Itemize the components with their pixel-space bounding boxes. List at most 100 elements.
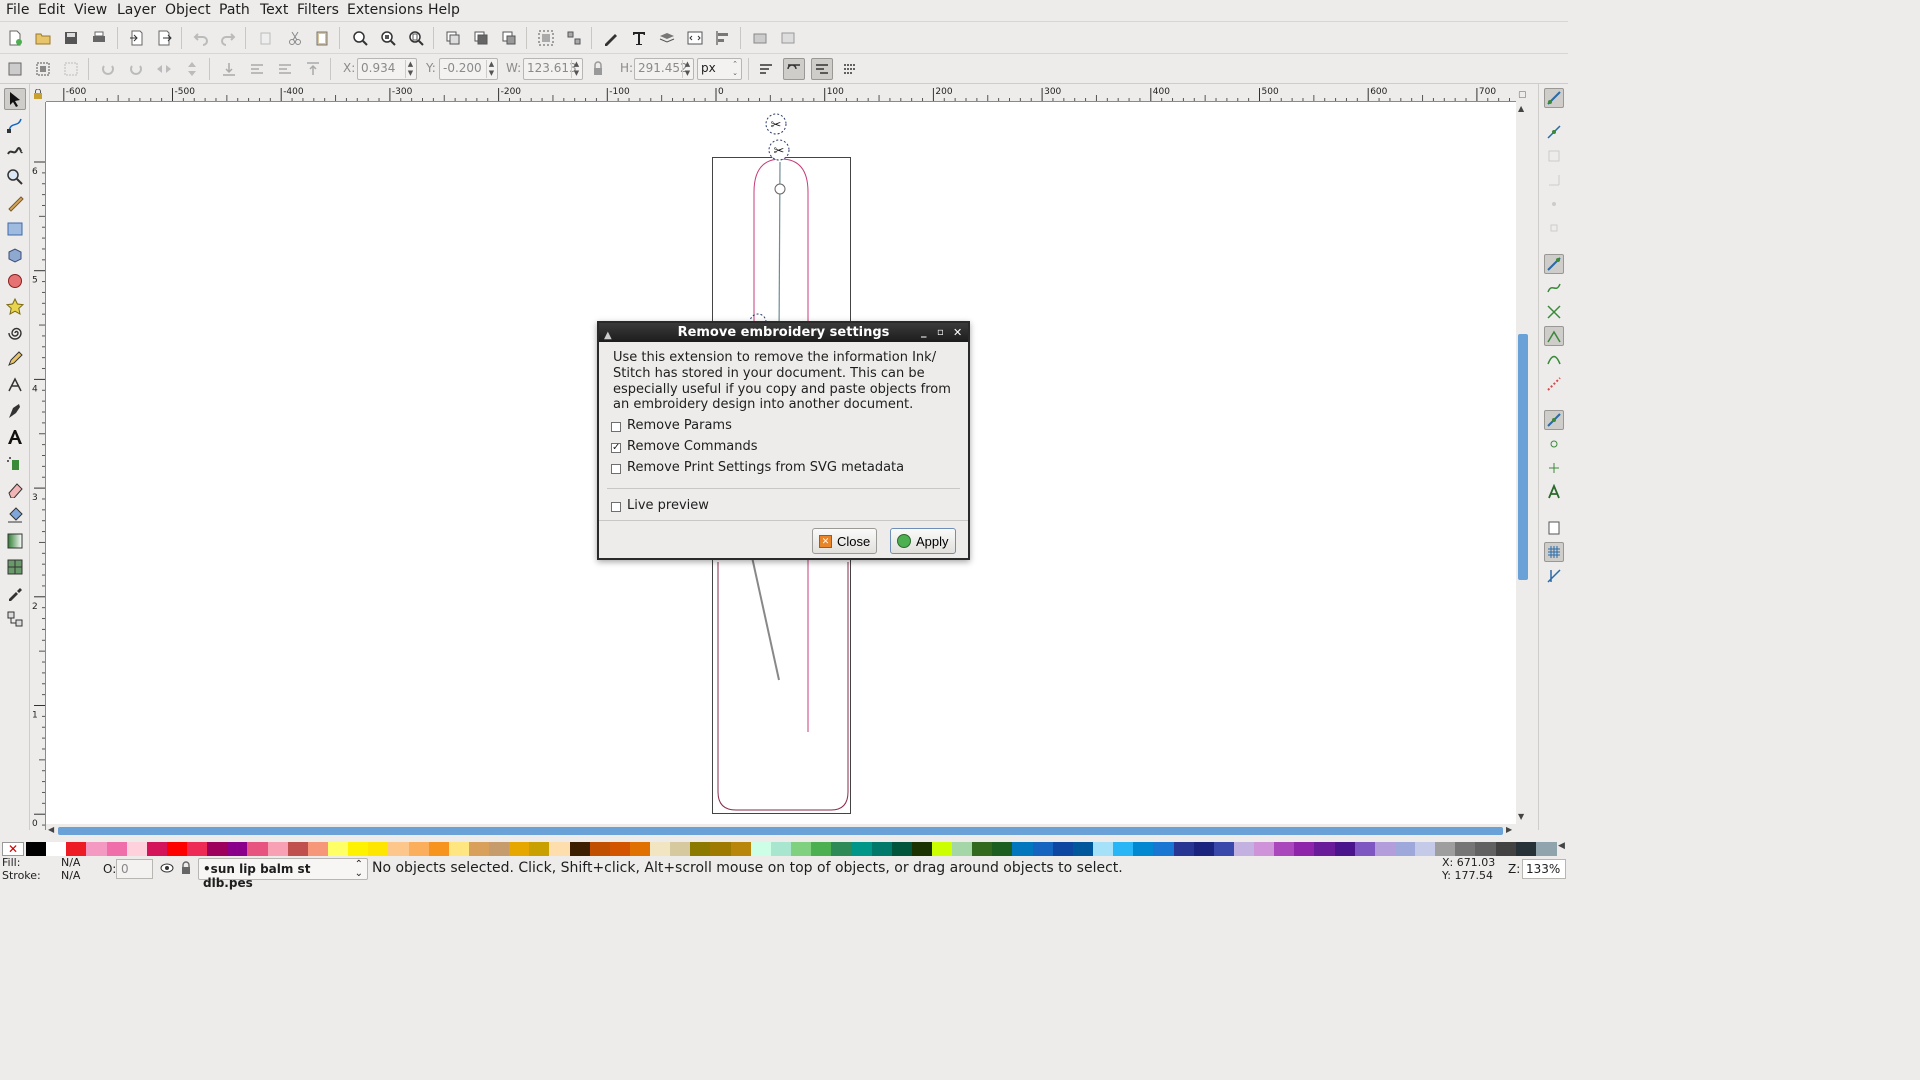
zoom-selection-icon[interactable] [349,27,371,49]
color-swatch[interactable] [86,842,108,856]
snap-bbox-edge-icon[interactable] [1544,146,1564,166]
live-preview-checkbox[interactable] [611,502,621,512]
lower-icon[interactable] [246,58,268,80]
color-swatch[interactable] [549,842,571,856]
transform-gradients-icon[interactable] [811,58,833,80]
snap-others-icon[interactable] [1544,410,1564,430]
calligraphy-tool-icon[interactable] [4,400,26,422]
color-swatch[interactable] [1052,842,1074,856]
layer-lock-icon[interactable] [180,861,192,875]
width-input[interactable]: 123.613 ▲ ▼ [523,58,583,80]
y-input[interactable]: -0.200 ▲ ▼ [439,58,498,80]
color-swatch[interactable] [1092,842,1114,856]
color-swatch[interactable] [1354,842,1376,856]
window-menu-icon[interactable]: ▲ [604,326,612,345]
select-all-layers-icon[interactable] [32,58,54,80]
color-swatch[interactable] [166,842,188,856]
color-swatch[interactable] [851,842,873,856]
menu-view[interactable]: View [74,2,107,18]
color-swatch[interactable] [1334,842,1356,856]
snap-grids-icon[interactable] [1544,542,1564,562]
opacity-input[interactable]: 0 [116,859,153,879]
menu-file[interactable]: File [6,2,29,18]
new-document-icon[interactable] [4,27,26,49]
color-swatch[interactable] [670,842,692,856]
preferences-icon[interactable] [749,27,771,49]
unit-select[interactable]: px ⌃ ⌄ [697,58,742,80]
snap-bbox-icon[interactable] [1544,122,1564,142]
snap-rotation-center-icon[interactable] [1544,458,1564,478]
color-swatch[interactable] [770,842,792,856]
color-swatch[interactable] [1274,842,1296,856]
remove-params-checkbox[interactable] [611,422,621,432]
document-properties-icon[interactable] [777,27,799,49]
snap-bbox-midpoint-icon[interactable] [1544,194,1564,214]
color-swatch[interactable] [1133,842,1155,856]
color-swatch[interactable] [26,842,47,856]
color-swatch[interactable] [1435,842,1457,856]
dialog-titlebar[interactable]: ▲ Remove embroidery settings _ ▫ ✕ [599,323,968,342]
ungroup-icon[interactable] [563,27,585,49]
color-swatch[interactable] [1113,842,1135,856]
ellipse-tool-icon[interactable] [4,270,26,292]
snap-nodes-icon[interactable] [1544,254,1564,274]
layer-visibility-icon[interactable] [160,861,174,875]
node-tool-icon[interactable] [4,114,26,136]
close-button[interactable]: ✕ Close [812,528,878,554]
color-swatch[interactable] [106,842,128,856]
color-swatch[interactable] [529,842,551,856]
rotate-cw-icon[interactable] [125,58,147,80]
color-swatch[interactable] [972,842,994,856]
snap-text-baseline-icon[interactable] [1544,482,1564,502]
color-swatch[interactable] [46,842,68,856]
snap-page-border-icon[interactable] [1544,518,1564,538]
snap-guides-icon[interactable] [1544,566,1564,586]
color-swatch[interactable] [650,842,672,856]
snap-cusp-nodes-icon[interactable] [1544,326,1564,346]
color-swatch[interactable] [368,842,390,856]
color-swatch[interactable] [1294,842,1316,856]
color-swatch[interactable] [348,842,370,856]
remove-print-settings-checkbox[interactable] [611,464,621,474]
flip-vertical-icon[interactable] [181,58,203,80]
maximize-icon[interactable]: ▫ [937,323,944,342]
color-swatch[interactable] [187,842,209,856]
color-swatch[interactable] [307,842,329,856]
color-swatch[interactable] [327,842,349,856]
snap-line-midpoints-icon[interactable] [1544,374,1564,394]
menu-edit[interactable]: Edit [38,2,65,18]
zoom-page-icon[interactable] [405,27,427,49]
flip-horizontal-icon[interactable] [153,58,175,80]
color-swatch[interactable] [1314,842,1336,856]
menu-text[interactable]: Text [260,2,288,18]
lock-guides-icon[interactable] [33,87,43,99]
redo-icon[interactable] [217,27,239,49]
color-swatch[interactable] [750,842,772,856]
minimize-icon[interactable]: _ [921,322,927,341]
deselect-icon[interactable] [60,58,82,80]
spiral-tool-icon[interactable] [4,322,26,344]
cut-icon[interactable] [284,27,306,49]
rotate-ccw-icon[interactable] [97,58,119,80]
color-swatch[interactable] [66,842,88,856]
color-swatch[interactable] [831,842,853,856]
paste-icon[interactable] [311,27,333,49]
open-icon[interactable] [32,27,54,49]
menu-path[interactable]: Path [219,2,250,18]
transform-patterns-icon[interactable] [839,58,861,80]
color-swatch[interactable] [1233,842,1255,856]
color-swatch[interactable] [891,842,913,856]
color-swatch[interactable] [428,842,450,856]
color-swatch[interactable] [871,842,893,856]
undo-icon[interactable] [190,27,212,49]
color-swatch[interactable] [448,842,470,856]
color-swatch[interactable] [952,842,974,856]
color-swatch[interactable] [388,842,410,856]
selector-tool-icon[interactable] [4,88,26,110]
stroke-value[interactable]: N/A [61,869,80,882]
color-swatch[interactable] [931,842,953,856]
rectangle-tool-icon[interactable] [4,218,26,240]
color-swatch[interactable] [1254,842,1276,856]
measure-tool-icon[interactable] [4,192,26,214]
snap-intersections-icon[interactable] [1544,302,1564,322]
